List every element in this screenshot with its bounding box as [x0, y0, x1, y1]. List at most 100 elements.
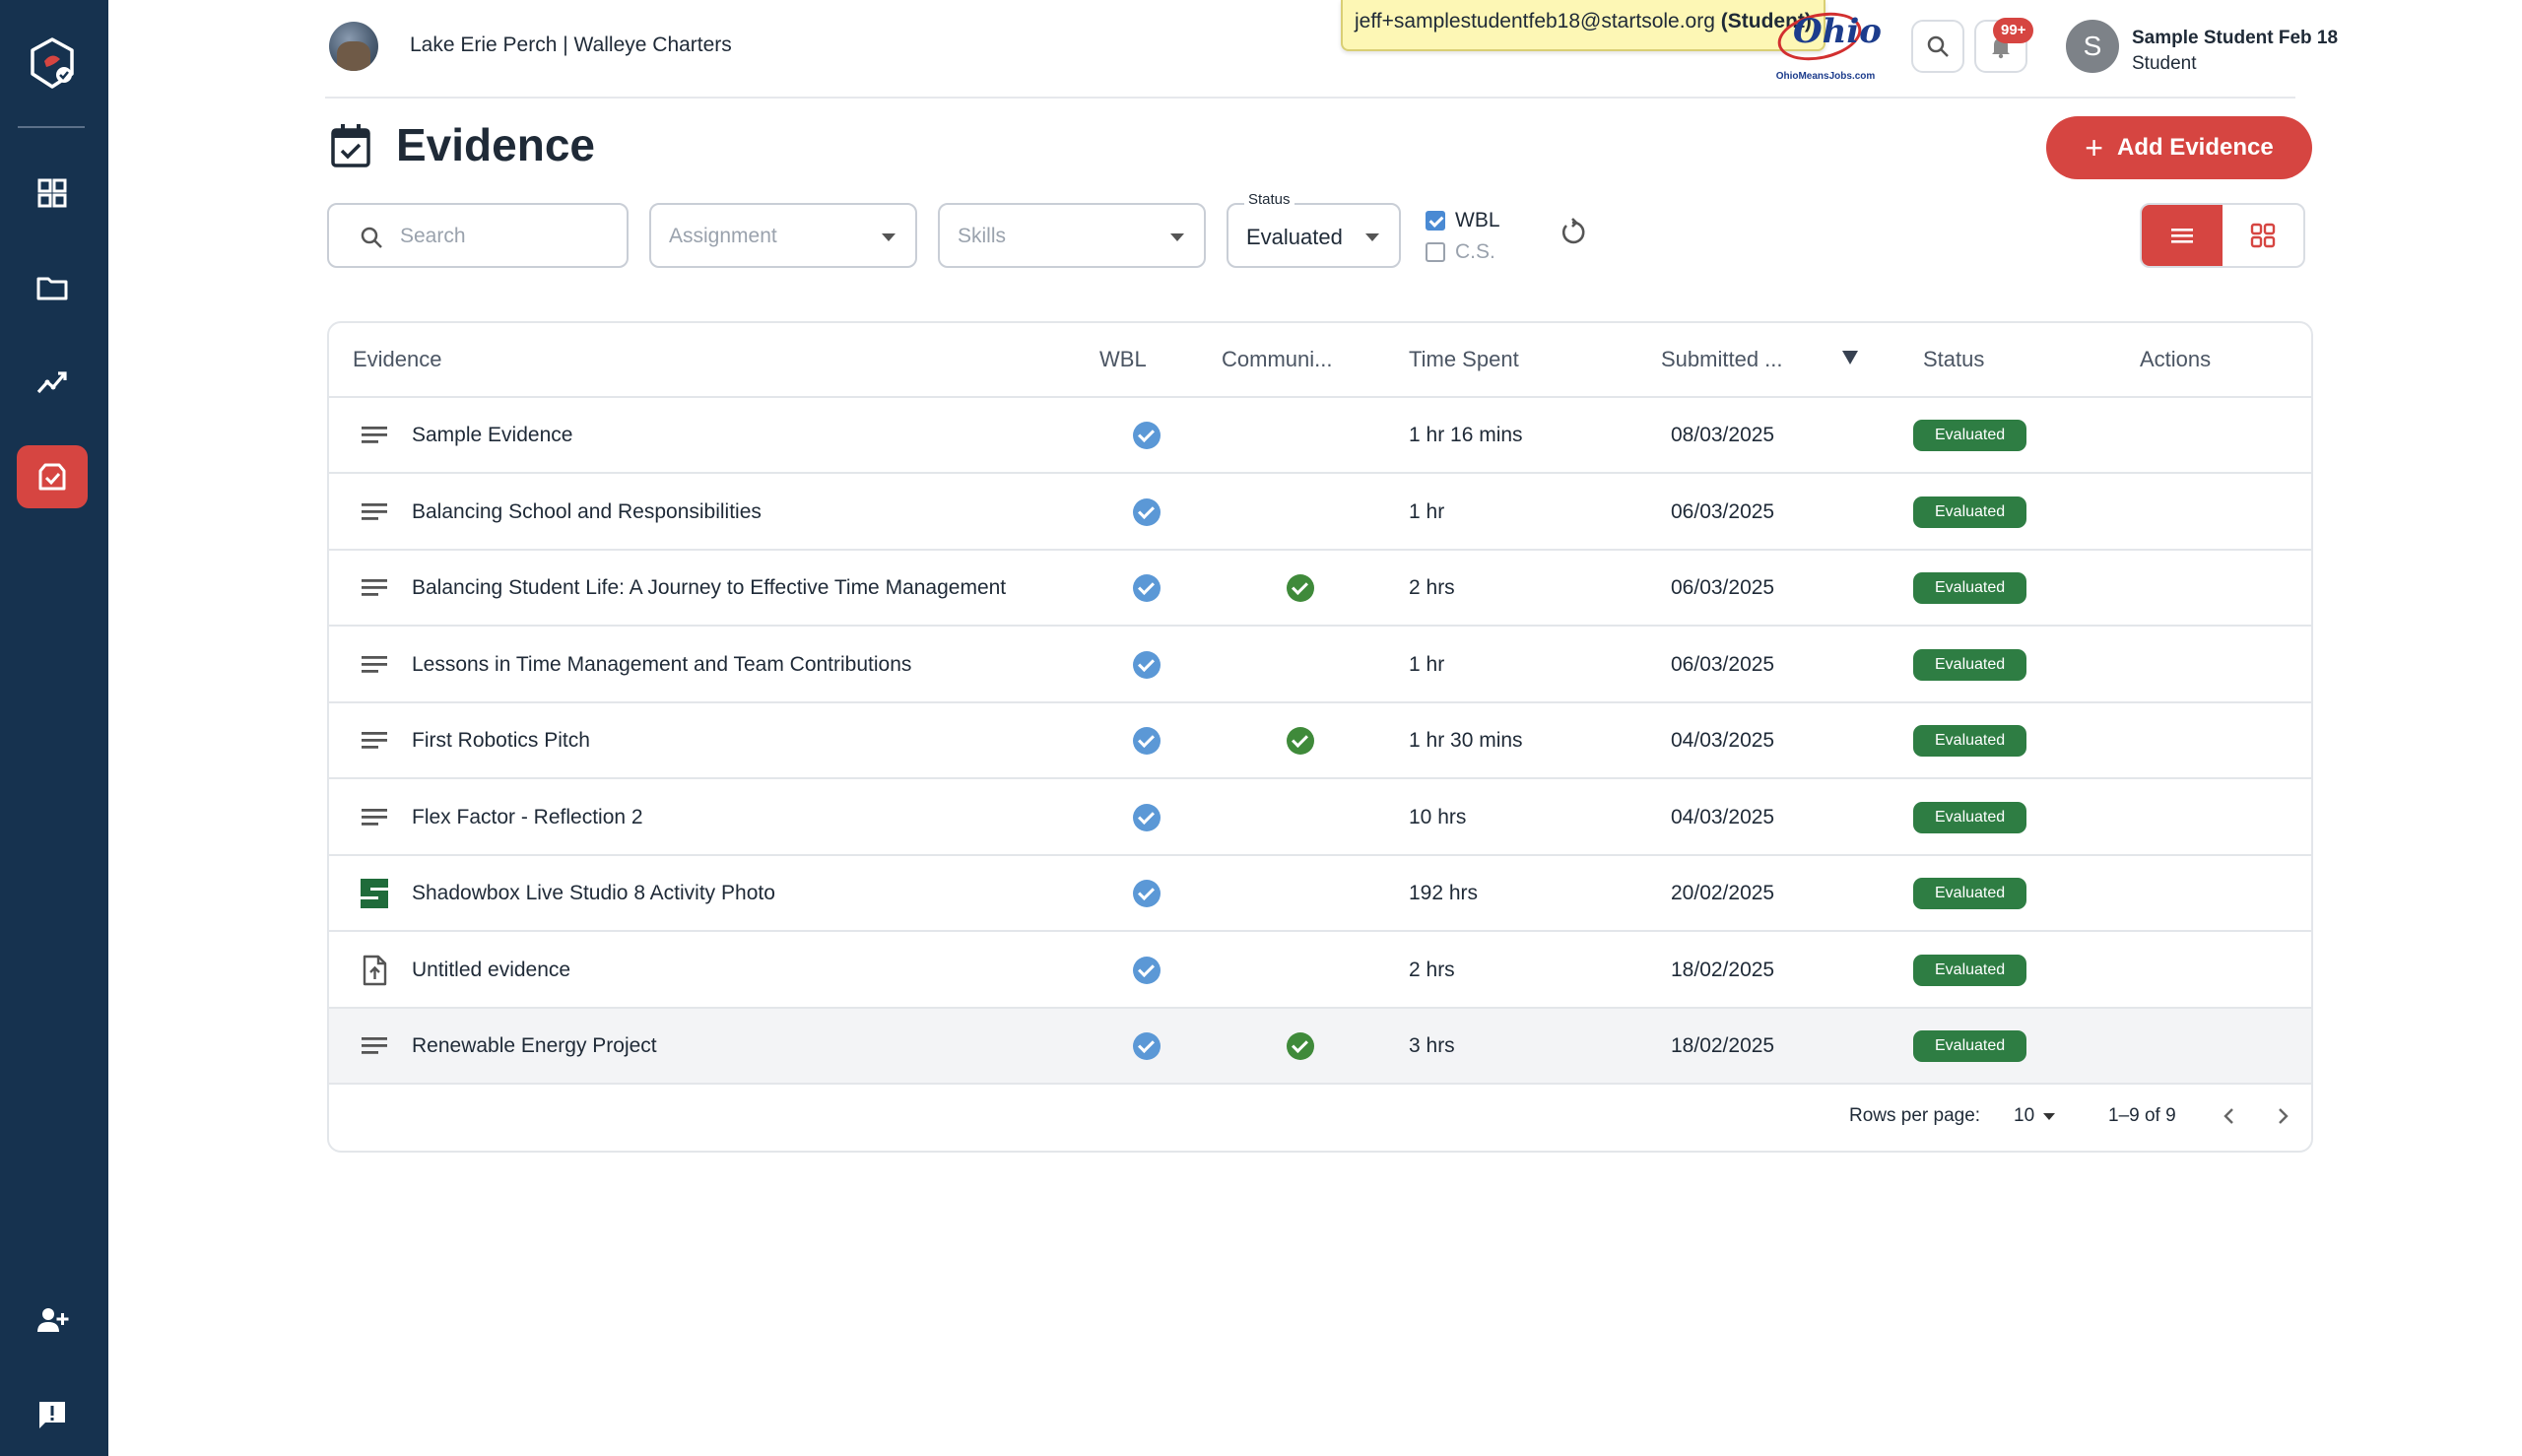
submitted-date: 06/03/2025	[1671, 652, 1775, 676]
time-spent: 2 hrs	[1409, 576, 1455, 599]
skills-select[interactable]: Skills	[938, 203, 1206, 268]
table-row[interactable]: Balancing Student Life: A Journey to Eff…	[329, 551, 2311, 627]
column-header-community[interactable]: Communi...	[1222, 347, 1332, 372]
rows-per-page-label: Rows per page:	[1849, 1105, 1981, 1126]
column-header-evidence[interactable]: Evidence	[353, 347, 442, 372]
evidence-title[interactable]: Flex Factor - Reflection 2	[412, 806, 643, 829]
evidence-title[interactable]: Renewable Energy Project	[412, 1034, 657, 1058]
impersonation-banner: jeff+samplestudentfeb18@startsole.org (S…	[1341, 0, 1825, 51]
column-header-status[interactable]: Status	[1923, 347, 1984, 372]
page-title: Evidence	[396, 119, 595, 170]
wbl-check-icon	[1133, 650, 1161, 679]
pagination: Rows per page: 10 1–9 of 9	[329, 1078, 2311, 1151]
grid-icon	[2250, 223, 2276, 248]
evidence-title[interactable]: Balancing Student Life: A Journey to Eff…	[412, 576, 1006, 600]
text-lines-icon	[357, 723, 392, 759]
table-row[interactable]: Flex Factor - Reflection 2 10 hrs 04/03/20…	[329, 780, 2311, 856]
table-row[interactable]: Renewable Energy Project 3 hrs 18/02/2025 E…	[329, 1009, 2311, 1085]
status-badge: Evaluated	[1913, 572, 2027, 604]
sidebar	[0, 0, 108, 1456]
submitted-date: 04/03/2025	[1671, 805, 1775, 828]
table-row[interactable]: Sample Evidence 1 hr 16 mins 08/03/2025 Eva…	[329, 398, 2311, 474]
assignment-select[interactable]: Assignment	[649, 203, 917, 268]
sidebar-item-dashboard[interactable]	[17, 162, 88, 225]
rows-per-page-select[interactable]: 10	[2014, 1105, 2034, 1127]
wbl-filter-checkbox[interactable]: WBL	[1426, 209, 1500, 232]
status-badge: Evaluated	[1913, 725, 2027, 757]
table-row[interactable]: Shadowbox Live Studio 8 Activity Photo 19…	[329, 856, 2311, 932]
submitted-date: 18/02/2025	[1671, 1034, 1775, 1057]
search-button[interactable]	[1911, 20, 1964, 73]
org-avatar[interactable]	[329, 22, 378, 71]
time-spent: 1 hr	[1409, 652, 1445, 676]
submitted-date: 04/03/2025	[1671, 729, 1775, 752]
checkbox-checked-icon[interactable]	[1426, 211, 1445, 231]
table-row[interactable]: First Robotics Pitch 1 hr 30 mins 04/03/20…	[329, 703, 2311, 779]
add-evidence-button[interactable]: + Add Evidence	[2046, 116, 2312, 179]
app-logo-icon[interactable]	[25, 35, 80, 91]
sort-descending-icon[interactable]	[1842, 351, 1858, 364]
text-lines-icon	[357, 570, 392, 606]
column-header-actions: Actions	[2140, 347, 2212, 371]
chevron-down-icon	[1365, 233, 1379, 241]
evidence-title[interactable]: Balancing School and Responsibilities	[412, 500, 762, 524]
text-lines-icon	[357, 1028, 392, 1064]
reset-filters-icon[interactable]	[1557, 217, 1588, 248]
community-check-icon	[1287, 1032, 1314, 1060]
grid-view-button[interactable]	[2223, 205, 2303, 266]
column-header-submitted[interactable]: Submitted ...	[1661, 347, 1783, 372]
table-row[interactable]: Balancing School and Responsibilities 1 h…	[329, 475, 2311, 551]
status-badge: Evaluated	[1913, 1030, 2027, 1062]
sidebar-item-feedback[interactable]	[17, 1383, 88, 1446]
evidence-title[interactable]: Untitled evidence	[412, 959, 570, 982]
next-page-icon[interactable]	[2268, 1101, 2297, 1131]
evidence-title[interactable]: Lessons in Time Management and Team Cont…	[412, 653, 911, 677]
top-header: Lake Erie Perch | Walleye Charters jeff+…	[325, 0, 2338, 99]
trending-chart-icon	[36, 371, 67, 394]
column-header-wbl[interactable]: WBL	[1099, 347, 1147, 372]
user-role: Student	[2132, 53, 2197, 74]
notifications-badge: 99+	[1993, 18, 2034, 43]
column-header-time-spent[interactable]: Time Spent	[1409, 347, 1519, 372]
calendar-check-icon	[331, 124, 370, 167]
evidence-table: Evidence WBL Communi... Time Spent Submi…	[327, 321, 2313, 1153]
user-avatar[interactable]: S	[2066, 20, 2119, 73]
submitted-date: 18/02/2025	[1671, 958, 1775, 981]
cs-filter-checkbox[interactable]: C.S.	[1426, 240, 1495, 264]
text-lines-icon	[357, 800, 392, 835]
org-name[interactable]: Lake Erie Perch | Walleye Charters	[410, 33, 732, 57]
community-check-icon	[1287, 574, 1314, 602]
sidebar-item-progress[interactable]	[17, 351, 88, 414]
checkbox-unchecked-icon[interactable]	[1426, 242, 1445, 262]
sidebar-item-invite[interactable]	[17, 1289, 88, 1352]
evidence-title[interactable]: Shadowbox Live Studio 8 Activity Photo	[412, 882, 775, 905]
wbl-check-icon	[1133, 1032, 1161, 1060]
time-spent: 1 hr 16 mins	[1409, 424, 1523, 446]
sidebar-item-portfolio[interactable]	[17, 256, 88, 319]
sidebar-item-evidence[interactable]	[17, 445, 88, 508]
search-input[interactable]: Search	[327, 203, 629, 268]
cs-filter-label: C.S.	[1455, 240, 1495, 263]
chevron-down-icon	[1170, 233, 1184, 241]
search-icon	[1927, 35, 1949, 57]
user-name[interactable]: Sample Student Feb 18	[2132, 28, 2338, 49]
evidence-title[interactable]: First Robotics Pitch	[412, 729, 590, 753]
status-badge: Evaluated	[1913, 878, 2027, 909]
table-row[interactable]: Untitled evidence 2 hrs 18/02/2025 Evaluate…	[329, 933, 2311, 1009]
text-lines-icon	[357, 495, 392, 530]
evidence-title[interactable]: Sample Evidence	[412, 424, 572, 447]
previous-page-icon[interactable]	[2215, 1101, 2244, 1131]
ohio-means-jobs-logo[interactable]: Ohio OhioMeansJobs.com	[1769, 5, 1882, 85]
status-select[interactable]: Status Evaluated	[1227, 191, 1401, 268]
wbl-check-icon	[1133, 497, 1161, 526]
community-check-icon	[1287, 727, 1314, 755]
wbl-check-icon	[1133, 880, 1161, 907]
time-spent: 10 hrs	[1409, 805, 1467, 828]
list-view-button[interactable]	[2142, 205, 2223, 266]
chevron-down-icon[interactable]	[2043, 1113, 2055, 1120]
table-row[interactable]: Lessons in Time Management and Team Cont…	[329, 628, 2311, 703]
wbl-check-icon	[1133, 422, 1161, 449]
chevron-down-icon	[882, 233, 896, 241]
status-badge: Evaluated	[1913, 954, 2027, 986]
skills-placeholder: Skills	[958, 225, 1007, 247]
